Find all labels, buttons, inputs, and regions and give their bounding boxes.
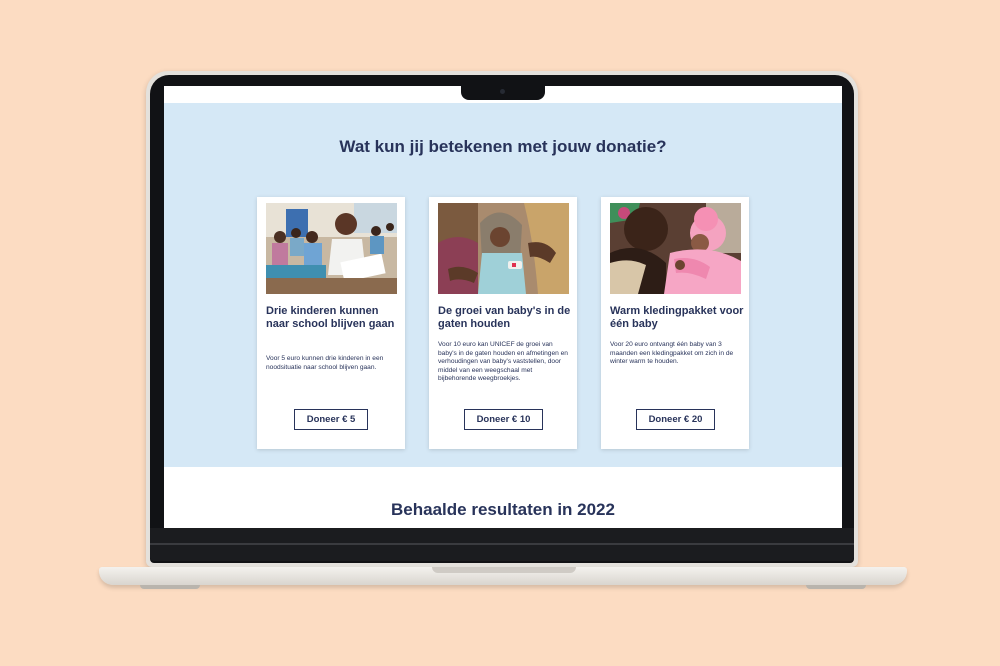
baby-weighing-photo [438, 203, 569, 294]
donation-card-3: Warm kledingpakket voor één baby Voor 20… [601, 197, 749, 449]
donation-card-1: Drie kinderen kunnen naar school blijven… [257, 197, 405, 449]
laptop-screen: Wat kun jij betekenen met jouw donatie? [164, 86, 842, 528]
donation-section: Wat kun jij betekenen met jouw donatie? [164, 103, 842, 467]
results-section-title: Behaalde resultaten in 2022 [391, 500, 615, 519]
camera-icon [500, 89, 505, 94]
laptop-foot [806, 585, 866, 589]
donation-section-title: Wat kun jij betekenen met jouw donatie? [339, 137, 667, 156]
card-text: Voor 5 euro kunnen drie kinderen in een … [266, 355, 384, 371]
donate-20-button[interactable]: Doneer € 20 [636, 409, 715, 430]
card-text: Voor 20 euro ontvangt één baby van 3 maa… [610, 341, 734, 366]
donate-10-button[interactable]: Doneer € 10 [464, 409, 543, 430]
card-title: Drie kinderen kunnen naar school blijven… [266, 305, 395, 330]
card-title: De groei van baby's in de gaten houden [438, 305, 571, 330]
donation-card-2: De groei van baby's in de gaten houden V… [429, 197, 577, 449]
hinge-line [150, 543, 854, 545]
children-in-classroom-photo [266, 203, 397, 294]
laptop-foot [140, 585, 200, 589]
card-title: Warm kledingpakket voor één baby [610, 305, 744, 330]
base-opening-notch [432, 567, 576, 573]
donate-5-button[interactable]: Doneer € 5 [294, 409, 368, 430]
mother-with-baby-in-pink-photo [610, 203, 741, 294]
card-text: Voor 10 euro kan UNICEF de groei van bab… [438, 341, 568, 383]
